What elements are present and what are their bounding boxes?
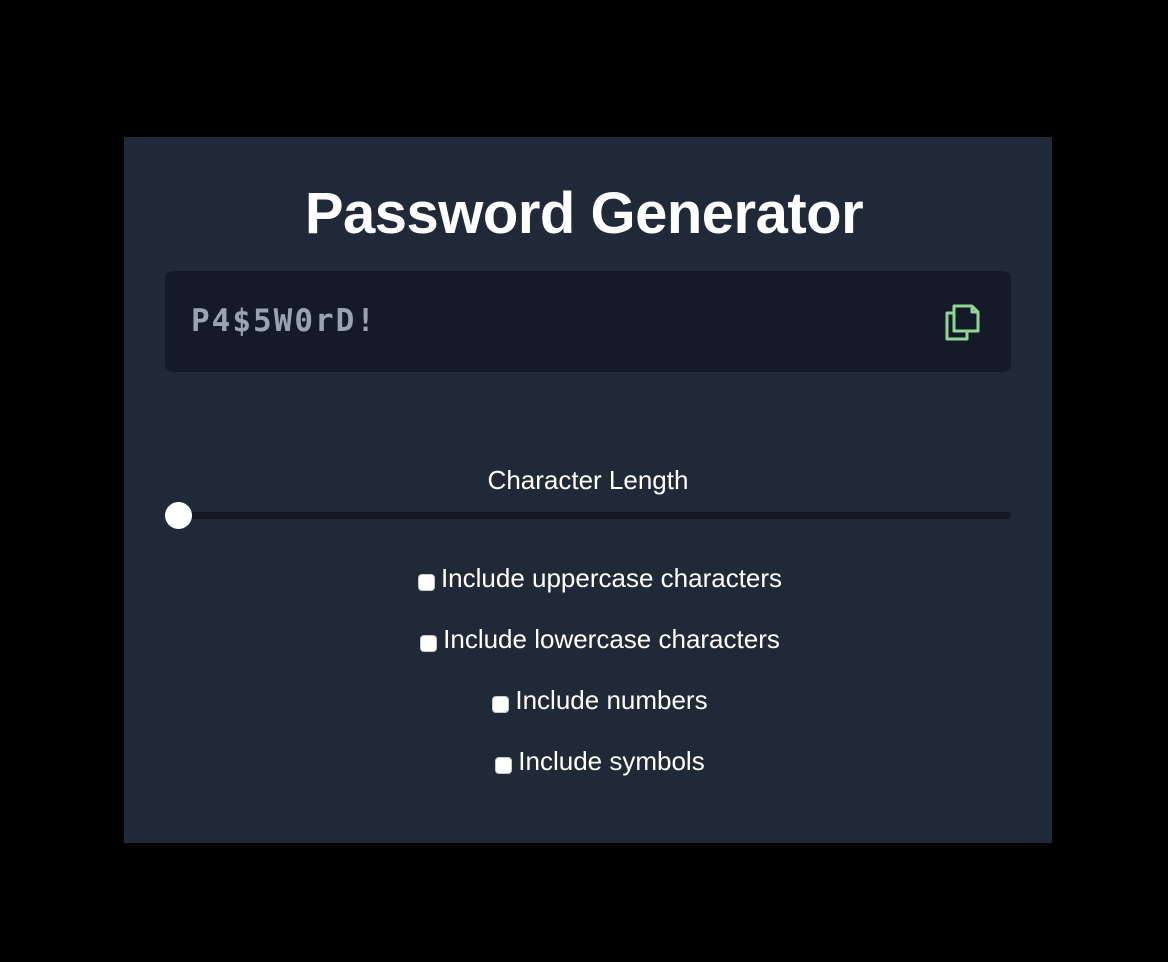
length-slider-thumb[interactable] bbox=[165, 502, 192, 529]
option-symbols[interactable]: Include symbols bbox=[0, 744, 1168, 778]
password-text: P4$5W0rD! bbox=[191, 303, 377, 339]
option-uppercase[interactable]: Include uppercase characters bbox=[0, 561, 1168, 595]
copy-button[interactable] bbox=[940, 299, 984, 345]
option-lowercase[interactable]: Include lowercase characters bbox=[0, 622, 1168, 656]
symbols-label: Include symbols bbox=[518, 746, 705, 776]
lowercase-label: Include lowercase characters bbox=[443, 624, 780, 654]
option-numbers[interactable]: Include numbers bbox=[0, 683, 1168, 717]
length-slider-track[interactable] bbox=[165, 512, 1011, 519]
password-display: P4$5W0rD! bbox=[165, 271, 1011, 372]
character-length-label: Character Length bbox=[487, 465, 689, 495]
numbers-label: Include numbers bbox=[515, 685, 708, 715]
numbers-checkbox[interactable] bbox=[492, 696, 510, 713]
uppercase-checkbox[interactable] bbox=[417, 574, 435, 591]
copy-icon bbox=[945, 304, 980, 341]
symbols-checkbox[interactable] bbox=[495, 757, 513, 774]
lowercase-checkbox[interactable] bbox=[420, 635, 438, 652]
page-title: Password Generator bbox=[304, 181, 864, 246]
uppercase-label: Include uppercase characters bbox=[440, 563, 783, 593]
